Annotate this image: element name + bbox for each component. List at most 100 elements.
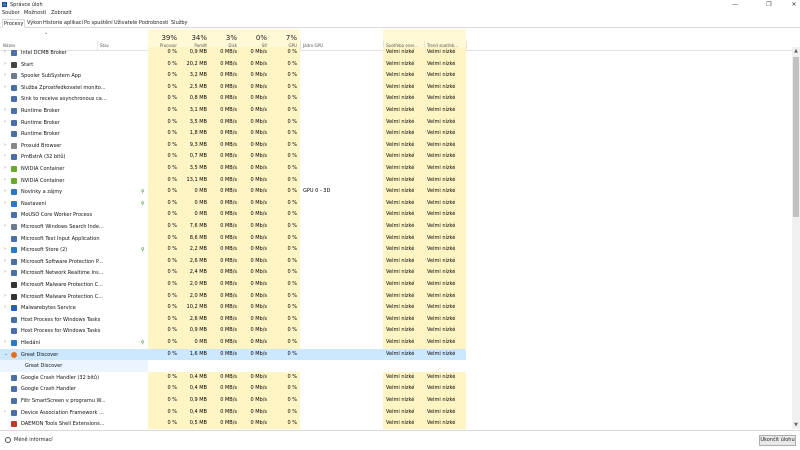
memory-cell: 13,1 MB — [180, 174, 210, 187]
tab-1[interactable]: Výkon — [26, 19, 43, 28]
network-cell: 0 Mb/s — [240, 244, 270, 256]
chevron-right-icon[interactable]: › — [4, 61, 6, 67]
scrollbar-thumb[interactable] — [793, 57, 799, 217]
menu-item-2[interactable]: Zobrazit — [51, 10, 72, 16]
tab-4[interactable]: Uživatelé — [113, 19, 138, 28]
table-row[interactable]: DAEMON Tools Shell Extensions... 0 % 0,5 M… — [0, 418, 800, 429]
table-row[interactable]: › Microsoft Network Realtime Ins... 0 % 2,4… — [0, 267, 800, 279]
power-cell: Velmi nízké — [383, 186, 424, 198]
tab-3[interactable]: Po spuštění — [83, 19, 114, 28]
table-row[interactable]: › Hledání ⚲ 0 % 0 MB 0 MB/s 0 Mb/s 0 % Velmi níz… — [0, 337, 800, 349]
gpu-engine-cell — [300, 151, 383, 163]
disk-cell: 0 MB/s — [210, 93, 240, 105]
disk-cell: 0 MB/s — [210, 232, 240, 245]
chevron-right-icon[interactable]: › — [4, 223, 6, 229]
disk-cell: 0 MB/s — [210, 244, 240, 256]
cpu-cell: 0 % — [148, 302, 180, 314]
cpu-cell: 0 % — [148, 116, 180, 129]
chevron-right-icon[interactable]: › — [4, 200, 6, 206]
scroll-up-icon[interactable]: ▲ — [792, 47, 800, 55]
table-row[interactable]: › Novinky a zájmy ⚲ 0 % 0 MB 0 MB/s 0 Mb/s 0 % G… — [0, 186, 800, 198]
chevron-right-icon[interactable]: › — [4, 177, 6, 183]
table-row[interactable]: ⌄ Great Discover 0 % 1,6 MB 0 MB/s 0 Mb/s 0 % V… — [0, 348, 800, 361]
power-trend-cell: Velmi nízké — [424, 232, 466, 245]
table-row[interactable]: › Runtime Broker 0 % 3,1 MB 0 MB/s 0 Mb/s 0 % V… — [0, 105, 800, 117]
chevron-right-icon[interactable]: › — [4, 269, 6, 275]
table-row[interactable]: Sink to receive asynchronous ca... 0 % 0,8… — [0, 93, 800, 105]
table-row[interactable]: › Malwarebytes Service 0 % 10,2 MB 0 MB/s 0 M… — [0, 302, 800, 314]
memory-cell: 2,0 MB — [180, 279, 210, 291]
chevron-right-icon[interactable]: › — [4, 246, 6, 252]
table-row[interactable]: › Intel DCMB Broker 0 % 0,9 MB 0 MB/s 0 Mb/s 0… — [0, 47, 800, 59]
gpu-cell: 0 % — [270, 93, 300, 105]
vertical-scrollbar[interactable]: ▲ ▼ — [792, 47, 800, 429]
table-row[interactable]: › Microsoft Software Protection P... 0 % 2,… — [0, 255, 800, 268]
chevron-right-icon[interactable]: › — [4, 142, 6, 148]
chevron-right-icon[interactable]: › — [4, 409, 6, 415]
table-row[interactable]: › Proxuid Browser 0 % 9,3 MB 0 MB/s 0 Mb/s 0 %… — [0, 139, 800, 152]
gpu-engine-cell — [300, 47, 383, 59]
chevron-right-icon[interactable]: › — [4, 49, 6, 55]
chevron-right-icon[interactable]: › — [4, 188, 6, 194]
menu-item-1[interactable]: Možnosti — [24, 10, 46, 16]
table-row[interactable]: › Nastavení ⚲ 0 % 0 MB 0 MB/s 0 Mb/s 0 % Velmi n… — [0, 197, 800, 210]
power-cell: Velmi nízké — [383, 174, 424, 187]
chevron-right-icon[interactable]: › — [4, 107, 6, 113]
chevron-right-icon[interactable]: › — [4, 165, 6, 171]
chevron-up-circle-icon[interactable] — [5, 437, 11, 443]
table-row[interactable]: Microsoft Malware Protection C... 0 % 2,0 … — [0, 279, 800, 291]
table-row[interactable]: › PmBstrA (32 bitů) 0 % 0,7 MB 0 MB/s 0 Mb/s 0… — [0, 151, 800, 163]
table-row[interactable]: › Microsoft Malware Protection C... 0 % 2,0… — [0, 290, 800, 303]
menu-item-0[interactable]: Soubor — [2, 10, 20, 16]
table-row[interactable]: › NVIDIA Container 0 % 13,1 MB 0 MB/s 0 Mb/s 0… — [0, 174, 800, 187]
close-button[interactable]: ✕ — [781, 0, 800, 9]
fewer-details-link[interactable]: Méně informací — [14, 437, 53, 443]
tab-2[interactable]: Historie aplikací — [42, 19, 84, 28]
end-task-button[interactable]: Ukončit úlohu — [759, 435, 796, 446]
gear-icon — [11, 200, 17, 207]
table-row[interactable]: MoUSO Core Worker Process 0 % 0 MB 0 MB/s 0 … — [0, 209, 800, 221]
gpu-engine-cell — [300, 59, 383, 71]
power-trend-cell: Velmi nízké — [424, 267, 466, 279]
power-cell: Velmi nízké — [383, 139, 424, 152]
memory-cell: 0,9 MB — [180, 325, 210, 337]
gpu-cell: 0 % — [270, 105, 300, 117]
chevron-right-icon[interactable]: › — [4, 293, 6, 299]
chevron-right-icon[interactable]: › — [4, 339, 6, 345]
chevron-right-icon[interactable]: › — [4, 84, 6, 90]
tab-5[interactable]: Podrobnosti — [138, 19, 169, 28]
table-row[interactable]: › Start 0 % 20,2 MB 0 MB/s 0 Mb/s 0 % Velmi níz… — [0, 58, 800, 71]
maximize-button[interactable]: ❐ — [756, 0, 782, 9]
chevron-right-icon[interactable]: › — [4, 153, 6, 159]
table-row[interactable]: › Spooler SubSystem App 0 % 3,2 MB 0 MB/s 0 M… — [0, 70, 800, 82]
cpu-cell: 0 % — [148, 383, 180, 395]
tab-6[interactable]: Služby — [170, 19, 189, 28]
cpu-cell: 0 % — [148, 186, 180, 198]
chevron-right-icon[interactable]: › — [4, 258, 6, 264]
table-row[interactable]: › Microsoft Store (2) ⚲ 0 % 2,2 MB 0 MB/s 0 Mb… — [0, 244, 800, 256]
table-row[interactable]: Host Process for Windows Tasks 0 % 0,9 MB 0… — [0, 325, 800, 337]
table-row[interactable]: › NVIDIA Container 0 % 3,5 MB 0 MB/s 0 Mb/s 0 … — [0, 163, 800, 175]
table-row[interactable]: Microsoft Text Input Application 0 % 8,6 M… — [0, 232, 800, 245]
table-row[interactable]: › Služba Zprostředkovatel monito... 0 % 2,5… — [0, 81, 800, 94]
table-row[interactable]: › Runtime Broker 0 % 3,5 MB 0 MB/s 0 Mb/s 0 % V… — [0, 116, 800, 129]
scroll-down-icon[interactable]: ▼ — [792, 421, 800, 429]
chevron-right-icon[interactable]: › — [4, 304, 6, 310]
chevron-down-icon[interactable]: ⌄ — [4, 351, 8, 357]
chevron-right-icon[interactable]: › — [4, 119, 6, 125]
table-row[interactable]: Runtime Broker 0 % 1,8 MB 0 MB/s 0 Mb/s 0 % Ve… — [0, 128, 800, 140]
table-row[interactable]: Google Crash Handler 0 % 0,4 MB 0 MB/s 0 Mb/… — [0, 383, 800, 395]
power-trend-cell: Velmi nízké — [424, 418, 466, 429]
window-icon — [11, 84, 17, 91]
table-row[interactable]: › Device Association Framework ... 0 % 0,4 … — [0, 406, 800, 419]
table-row[interactable]: › Microsoft Windows Search Inde... 0 % 7,6 … — [0, 221, 800, 233]
table-row[interactable]: Host Process for Windows Tasks 0 % 2,6 MB 0… — [0, 313, 800, 326]
chevron-right-icon[interactable]: › — [4, 72, 6, 78]
table-row[interactable]: Google Crash Handler (32 bitů) 0 % 0,4 MB 0… — [0, 371, 800, 384]
minimize-button[interactable]: — — [722, 0, 748, 9]
gpu-engine-cell — [300, 372, 383, 384]
tab-0[interactable]: Procesy — [2, 19, 26, 28]
disk-cell: 0 MB/s — [210, 302, 240, 314]
table-row[interactable]: Great Discover — [0, 360, 800, 372]
table-row[interactable]: Filtr SmartScreen v programu W... 0 % 0,9 … — [0, 395, 800, 407]
